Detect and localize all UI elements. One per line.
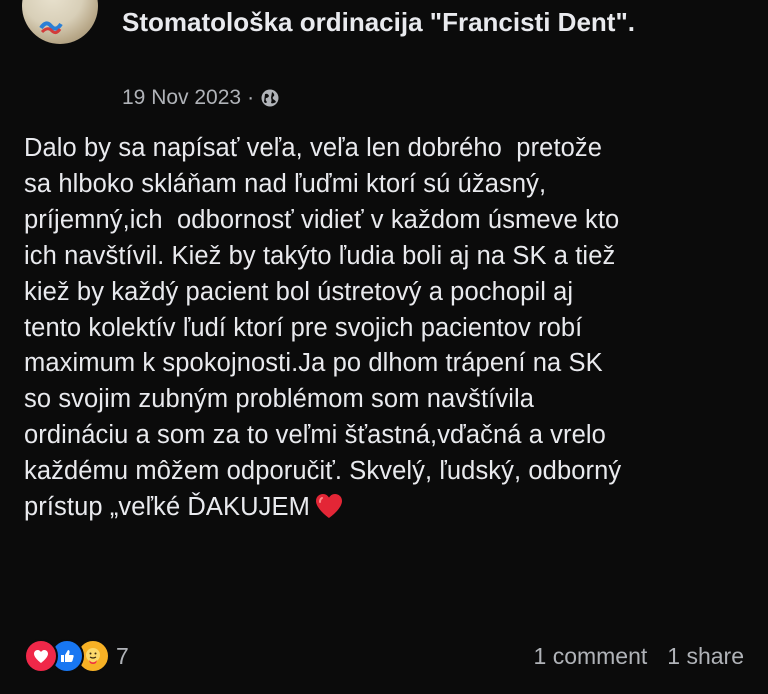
- red-heart-icon: [315, 494, 342, 519]
- love-reaction-icon: [24, 639, 58, 673]
- post-card: Stomatološka ordinacija "Francisti Dent"…: [0, 0, 768, 694]
- reaction-count: 7: [116, 642, 129, 669]
- post-text: Dalo by sa napísať veľa, veľa len dobréh…: [24, 131, 754, 526]
- globe-icon: [261, 89, 279, 107]
- author-name[interactable]: Stomatološka ordinacija "Francisti Dent"…: [122, 4, 642, 40]
- logo-mark-icon: [39, 21, 63, 35]
- comments-count-link[interactable]: 1 comment: [534, 643, 648, 670]
- meta-separator: ·: [247, 86, 255, 109]
- post-text-content: Dalo by sa napísať veľa, veľa len dobréh…: [24, 134, 622, 522]
- shares-count-link[interactable]: 1 share: [667, 643, 744, 670]
- post-footer: 7 1 comment 1 share: [24, 636, 744, 676]
- reactions-summary[interactable]: 7: [24, 639, 129, 673]
- post-meta: 19 Nov 2023 ·: [122, 86, 280, 110]
- post-stats: 1 comment 1 share: [534, 643, 744, 670]
- page-avatar[interactable]: [22, 0, 98, 44]
- post-date[interactable]: 19 Nov 2023: [122, 86, 241, 110]
